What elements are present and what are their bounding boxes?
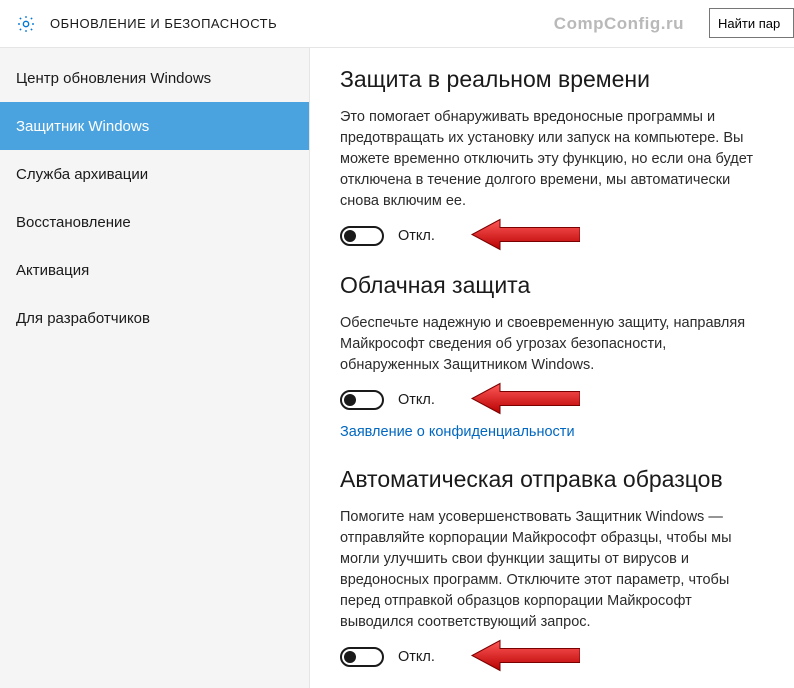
section-description: Помогите нам усовершенствовать Защитник … [340,507,760,633]
toggle-label: Откл. [398,392,435,408]
section-description: Это помогает обнаруживать вредоносные пр… [340,107,760,212]
watermark: CompConfig.ru [554,14,684,34]
section-sample-submission: Автоматическая отправка образцов Помогит… [340,466,762,667]
section-title: Защита в реальном времени [340,66,762,93]
toggle-row-realtime: Откл. [340,226,762,246]
sidebar-item-label: Центр обновления Windows [16,70,211,87]
header: ОБНОВЛЕНИЕ И БЕЗОПАСНОСТЬ CompConfig.ru [0,0,794,48]
section-description: Обеспечьте надежную и своевременную защи… [340,313,760,376]
toggle-row-cloud: Откл. [340,390,762,410]
sidebar: Центр обновления Windows Защитник Window… [0,48,310,688]
gear-icon [16,14,36,34]
sidebar-item-label: Восстановление [16,214,131,231]
sidebar-item-defender[interactable]: Защитник Windows [0,102,309,150]
annotation-arrow-icon [470,382,580,419]
sidebar-item-label: Активация [16,262,89,279]
sidebar-item-activation[interactable]: Активация [0,246,309,294]
sidebar-item-label: Защитник Windows [16,118,149,135]
sidebar-item-developers[interactable]: Для разработчиков [0,294,309,342]
section-title: Облачная защита [340,272,762,299]
sidebar-item-backup[interactable]: Служба архивации [0,150,309,198]
toggle-label: Откл. [398,228,435,244]
page-title: ОБНОВЛЕНИЕ И БЕЗОПАСНОСТЬ [50,16,277,31]
annotation-arrow-icon [470,639,580,676]
realtime-toggle[interactable] [340,226,384,246]
sidebar-item-update-center[interactable]: Центр обновления Windows [0,54,309,102]
content: Защита в реальном времени Это помогает о… [310,48,794,688]
main: Центр обновления Windows Защитник Window… [0,48,794,688]
cloud-toggle[interactable] [340,390,384,410]
sidebar-item-recovery[interactable]: Восстановление [0,198,309,246]
annotation-arrow-icon [470,218,580,255]
search-input[interactable] [709,8,794,38]
toggle-row-samples: Откл. [340,647,762,667]
samples-toggle[interactable] [340,647,384,667]
toggle-label: Откл. [398,649,435,665]
section-realtime-protection: Защита в реальном времени Это помогает о… [340,66,762,246]
sidebar-item-label: Служба архивации [16,166,148,183]
privacy-statement-link[interactable]: Заявление о конфиденциальности [340,424,575,440]
sidebar-item-label: Для разработчиков [16,310,150,327]
section-cloud-protection: Облачная защита Обеспечьте надежную и св… [340,272,762,440]
section-title: Автоматическая отправка образцов [340,466,762,493]
